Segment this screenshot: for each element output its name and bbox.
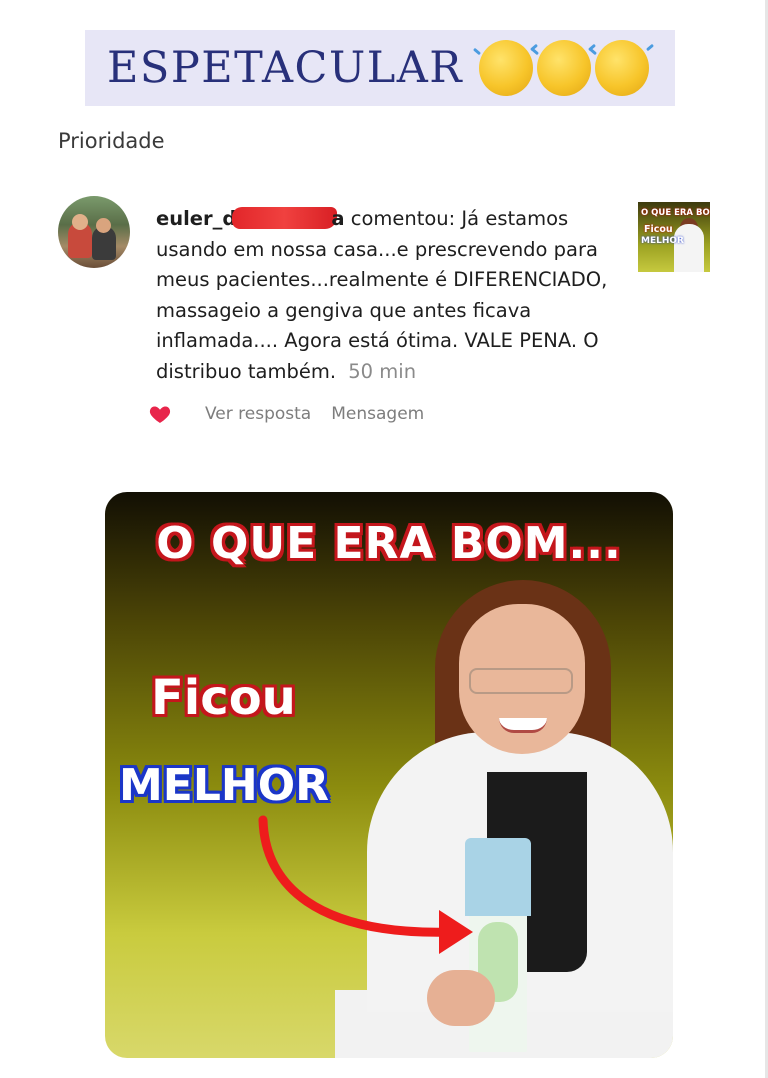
avatar[interactable] (58, 196, 130, 268)
avatar-person-head (96, 218, 111, 233)
username-start: euler_d (156, 207, 237, 230)
comment-time: 50 min (348, 359, 417, 383)
username[interactable]: euler_d a (156, 207, 345, 230)
post-thumbnail[interactable]: O QUE ERA BOM... Ficou MELHOR (638, 202, 710, 272)
avatar-person-head (72, 214, 88, 230)
thumbnail-line-melhor: MELHOR (641, 236, 684, 246)
clap-emojis (479, 40, 650, 96)
banner-text: ESPETACULAR (107, 43, 464, 93)
video-thumbnail[interactable]: O QUE ERA BOM... Ficou MELHOR (105, 492, 673, 1058)
section-label: Prioridade (58, 129, 165, 153)
banner: ESPETACULAR (85, 30, 675, 106)
glasses (469, 668, 573, 694)
heart-icon[interactable] (148, 402, 172, 426)
comment-body: comentou: Já estamos usando em nossa cas… (156, 207, 608, 383)
clap-icon (479, 40, 534, 96)
comment-actions: Ver resposta Mensagem (148, 402, 424, 426)
video-line-melhor: MELHOR (119, 760, 329, 811)
thumbnail-person (674, 224, 704, 272)
video-title: O QUE ERA BOM... (156, 518, 622, 569)
red-arrow-icon (258, 815, 473, 954)
smile (499, 718, 547, 733)
video-line-ficou: Ficou (151, 670, 296, 726)
presenter-hand (427, 970, 495, 1026)
comment-text: euler_d a comentou: Já estamos usando em … (156, 204, 616, 387)
thumbnail-line-ficou: Ficou (644, 224, 673, 235)
clap-icon (537, 40, 592, 96)
message-link[interactable]: Mensagem (331, 404, 424, 424)
reply-link[interactable]: Ver resposta (205, 404, 311, 424)
clap-icon (595, 40, 650, 96)
redaction-mark (232, 207, 338, 229)
username-end: a (331, 207, 345, 230)
thumbnail-title: O QUE ERA BOM... (641, 208, 710, 218)
